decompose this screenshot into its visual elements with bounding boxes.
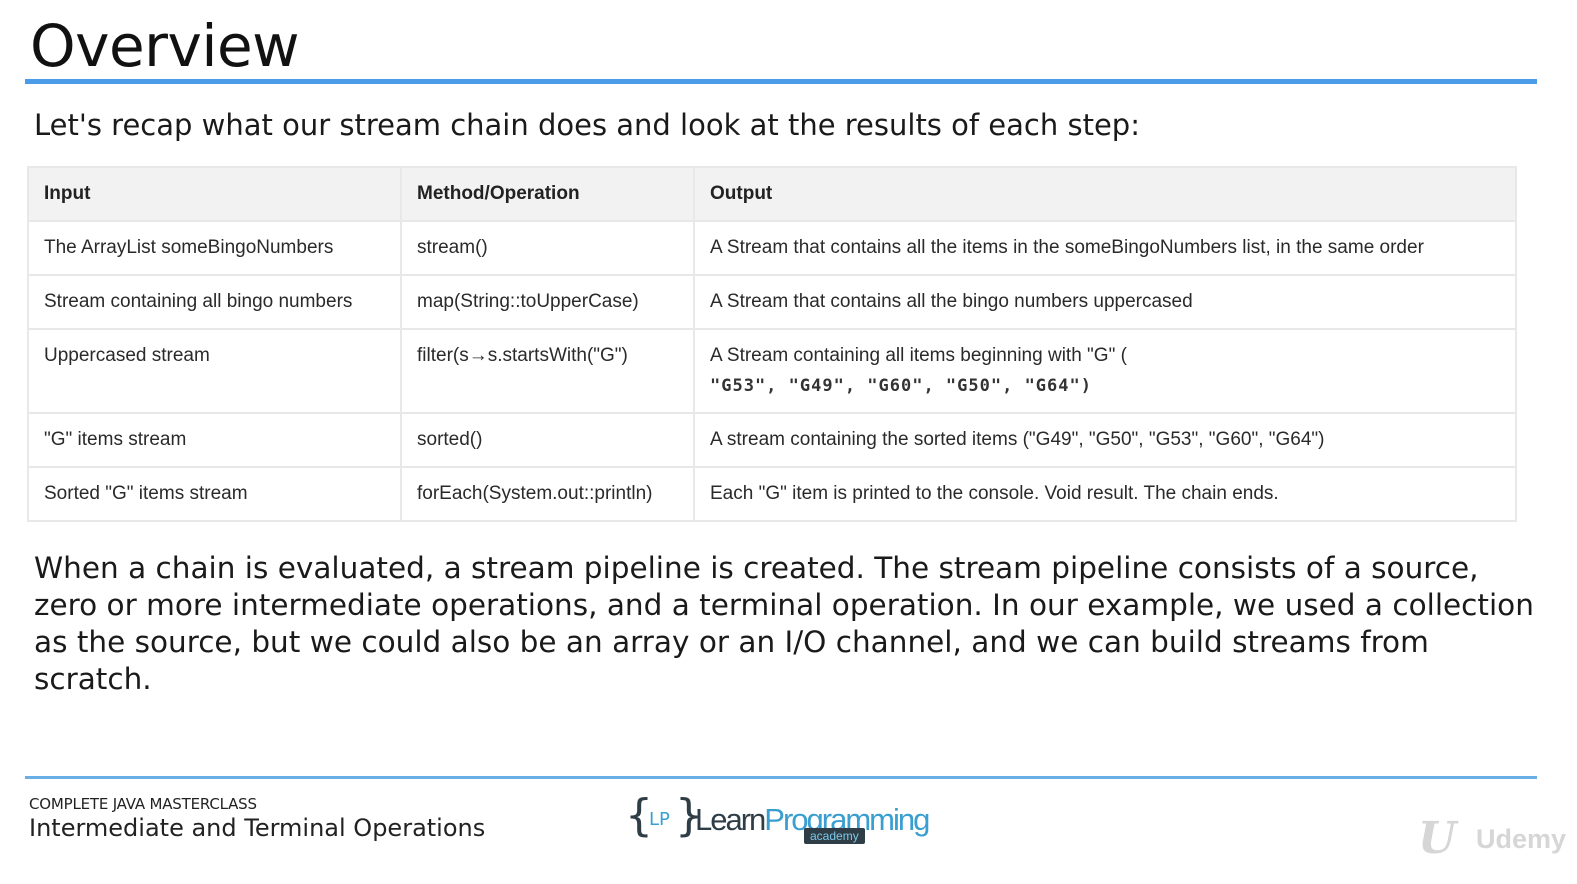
cell-input: Stream containing all bingo numbers bbox=[27, 274, 402, 330]
table-header-row: Input Method/Operation Output bbox=[27, 166, 1517, 222]
cell-output-text: A Stream that contains all the bingo num… bbox=[710, 291, 1193, 312]
cell-input: The ArrayList someBingoNumbers bbox=[27, 220, 402, 276]
cell-output: Each "G" item is printed to the console.… bbox=[693, 466, 1517, 522]
cell-input: Sorted "G" items stream bbox=[27, 466, 402, 522]
cell-output-text: A stream containing the sorted items ("G… bbox=[710, 429, 1325, 450]
cell-output-code: "G53", "G49", "G60", "G50", "G64") bbox=[710, 376, 1092, 396]
cell-output: A Stream that contains all the items in … bbox=[693, 220, 1517, 276]
cell-method: sorted() bbox=[400, 412, 695, 468]
cell-output: A stream containing the sorted items ("G… bbox=[693, 412, 1517, 468]
table-row: The ArrayList someBingoNumbers stream() … bbox=[27, 220, 1517, 276]
logo-word-learn: Learn bbox=[695, 802, 766, 837]
header-input: Input bbox=[27, 166, 402, 222]
stream-steps-table: Input Method/Operation Output The ArrayL… bbox=[27, 166, 1517, 522]
table-row: Uppercased stream filter(s→s.startsWith(… bbox=[27, 328, 1517, 414]
cell-method: forEach(System.out::println) bbox=[400, 466, 695, 522]
cell-method: stream() bbox=[400, 220, 695, 276]
cell-output: A Stream containing all items beginning … bbox=[693, 328, 1517, 414]
cell-input: Uppercased stream bbox=[27, 328, 402, 414]
logo-initials: LP bbox=[649, 809, 670, 830]
cell-output-text: A Stream that contains all the items in … bbox=[710, 237, 1424, 258]
table-row: Sorted "G" items stream forEach(System.o… bbox=[27, 466, 1517, 522]
cell-input: "G" items stream bbox=[27, 412, 402, 468]
pipeline-explanation: When a chain is evaluated, a stream pipe… bbox=[34, 551, 1534, 696]
table-row: Stream containing all bingo numbers map(… bbox=[27, 274, 1517, 330]
cell-output-text: Each "G" item is printed to the console.… bbox=[710, 483, 1279, 504]
slide-title: Overview bbox=[30, 12, 300, 80]
cell-method: filter(s→s.startsWith("G") bbox=[400, 328, 695, 414]
title-divider bbox=[25, 79, 1537, 84]
logo-academy-badge: academy bbox=[804, 828, 865, 844]
cell-method: map(String::toUpperCase) bbox=[400, 274, 695, 330]
header-output: Output bbox=[693, 166, 1517, 222]
lecture-title: Intermediate and Terminal Operations bbox=[29, 814, 486, 842]
udemy-watermark: U Udemy bbox=[1418, 816, 1568, 862]
cell-output: A Stream that contains all the bingo num… bbox=[693, 274, 1517, 330]
course-name: COMPLETE JAVA MASTERCLASS bbox=[29, 795, 257, 813]
intro-text: Let's recap what our stream chain does a… bbox=[34, 108, 1140, 142]
cell-output-text: A Stream containing all items beginning … bbox=[710, 345, 1127, 366]
udemy-wordmark: Udemy bbox=[1476, 824, 1567, 854]
udemy-logo-icon: U bbox=[1418, 813, 1457, 864]
header-method: Method/Operation bbox=[400, 166, 695, 222]
learn-programming-logo: { LP } LearnProgramming academy bbox=[625, 790, 930, 852]
footer-divider bbox=[25, 776, 1537, 779]
table-row: "G" items stream sorted() A stream conta… bbox=[27, 412, 1517, 468]
